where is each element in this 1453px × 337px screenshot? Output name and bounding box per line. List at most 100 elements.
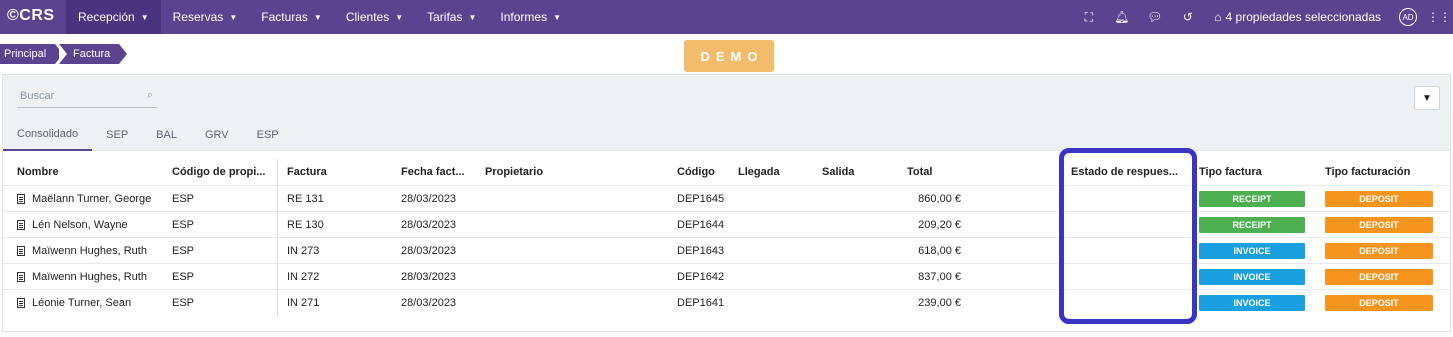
- column-divider: [277, 186, 278, 212]
- col-header-billing-type[interactable]: Tipo facturación: [1325, 159, 1433, 185]
- nav-tarifas[interactable]: Tarifas ▼: [415, 0, 488, 34]
- row-property: ESP: [172, 219, 195, 231]
- history-icon[interactable]: ↺: [1171, 0, 1204, 34]
- table-row[interactable]: Maïwenn Hughes, Ruth ESP IN 272 28/03/20…: [3, 263, 1450, 290]
- document-icon: [17, 194, 25, 204]
- row-date: 28/03/2023: [401, 271, 457, 283]
- row-invoice: IN 272: [287, 271, 320, 283]
- search-input[interactable]: Buscar ⌕: [17, 86, 157, 108]
- row-invoice: RE 130: [287, 219, 324, 231]
- row-date: 28/03/2023: [401, 219, 457, 231]
- col-header-invoice-type[interactable]: Tipo factura: [1199, 159, 1305, 185]
- demo-badge: DEMO: [684, 40, 774, 72]
- column-divider: [277, 264, 278, 290]
- bell-icon[interactable]: 🔔︎: [1105, 0, 1138, 34]
- apps-grid-icon[interactable]: ⋮⋮: [1425, 10, 1453, 24]
- tab-esp[interactable]: ESP: [243, 119, 293, 151]
- col-header-invoice[interactable]: Factura: [287, 159, 387, 185]
- row-invoice: IN 273: [287, 245, 320, 257]
- caret-down-icon: ▼: [395, 12, 404, 22]
- nav-informes[interactable]: Informes ▼: [488, 0, 573, 34]
- col-header-departure[interactable]: Salida: [822, 159, 902, 185]
- tab-sep[interactable]: SEP: [92, 119, 142, 151]
- filter-icon: ▼: [1422, 92, 1432, 104]
- caret-down-icon: ▼: [313, 12, 322, 22]
- caret-down-icon: ▼: [229, 12, 238, 22]
- filter-button[interactable]: ▼: [1414, 86, 1440, 110]
- app-logo[interactable]: ©CRS: [7, 7, 55, 25]
- billing-type-badge: DEPOSIT: [1325, 217, 1433, 233]
- invoice-type-badge: INVOICE: [1199, 269, 1305, 285]
- row-property: ESP: [172, 271, 195, 283]
- row-name: Lén Nelson, Wayne: [32, 219, 128, 231]
- caret-down-icon: ▼: [553, 12, 561, 22]
- document-icon: [17, 272, 25, 282]
- nav-facturas[interactable]: Facturas ▼: [249, 0, 334, 34]
- row-code: DEP1645: [677, 193, 725, 205]
- property-tabs: Consolidado SEP BAL GRV ESP: [3, 119, 1450, 151]
- column-divider: [277, 159, 278, 185]
- column-divider: [277, 238, 278, 264]
- top-navbar: ©CRS Recepción ▼ Reservas ▼ Facturas ▼ Clie…: [0, 0, 1453, 34]
- row-total: 618,00 €: [918, 245, 961, 257]
- document-icon: [17, 298, 25, 308]
- breadcrumb-item-principal[interactable]: Principal: [0, 44, 63, 64]
- property-selector-label: 4 propiedades seleccionadas: [1225, 10, 1381, 24]
- nav-recepcion[interactable]: Recepción ▼: [66, 0, 161, 34]
- row-invoice: RE 131: [287, 193, 324, 205]
- col-header-property[interactable]: Código de propi...: [172, 159, 272, 185]
- invoice-type-badge: INVOICE: [1199, 243, 1305, 259]
- invoices-panel: Buscar ⌕ ▼ Consolidado SEP BAL GRV ESP N…: [2, 74, 1451, 332]
- tab-grv[interactable]: GRV: [191, 119, 243, 151]
- col-header-total[interactable]: Total: [907, 159, 961, 185]
- avatar[interactable]: AD: [1399, 8, 1417, 26]
- row-total: 837,00 €: [918, 271, 961, 283]
- row-total: 239,00 €: [918, 297, 961, 309]
- col-header-date[interactable]: Fecha fact...: [401, 159, 481, 185]
- invoices-table: Nombre Código de propi... Factura Fecha …: [3, 159, 1450, 316]
- col-header-code[interactable]: Código: [677, 159, 737, 185]
- col-header-owner[interactable]: Propietario: [485, 159, 665, 185]
- invoice-type-badge: INVOICE: [1199, 295, 1305, 311]
- filter-bar: Buscar ⌕ ▼: [3, 75, 1450, 119]
- table-row[interactable]: Léonie Turner, Sean ESP IN 271 28/03/202…: [3, 289, 1450, 316]
- row-name: Léonie Turner, Sean: [32, 297, 132, 309]
- nav-clientes[interactable]: Clientes ▼: [334, 0, 415, 34]
- row-invoice: IN 271: [287, 297, 320, 309]
- property-selector[interactable]: ⌂ 4 propiedades seleccionadas: [1204, 10, 1391, 24]
- row-total: 860,00 €: [918, 193, 961, 205]
- top-right-tools: ⛶ 🔔︎ 💬︎ ↺ ⌂ 4 propiedades seleccionadas …: [1072, 0, 1453, 34]
- search-placeholder: Buscar: [20, 90, 55, 102]
- billing-type-badge: DEPOSIT: [1325, 269, 1433, 285]
- row-property: ESP: [172, 193, 195, 205]
- tab-bal[interactable]: BAL: [142, 119, 191, 151]
- table-row[interactable]: Lén Nelson, Wayne ESP RE 130 28/03/2023 …: [3, 211, 1450, 238]
- nav-reservas[interactable]: Reservas ▼: [161, 0, 250, 34]
- tab-consolidado[interactable]: Consolidado: [3, 119, 93, 151]
- row-code: DEP1643: [677, 245, 725, 257]
- caret-down-icon: ▼: [140, 12, 149, 22]
- col-header-arrival[interactable]: Llegada: [738, 159, 818, 185]
- row-date: 28/03/2023: [401, 297, 457, 309]
- row-code: DEP1641: [677, 297, 725, 309]
- column-divider: [277, 212, 278, 238]
- main-nav: Recepción ▼ Reservas ▼ Facturas ▼ Clientes ▼…: [66, 0, 573, 34]
- search-icon[interactable]: ⌕: [147, 89, 153, 102]
- row-name: Maïwenn Hughes, Ruth: [32, 245, 147, 257]
- breadcrumb-item-factura: Factura: [59, 44, 127, 64]
- billing-type-badge: DEPOSIT: [1325, 191, 1433, 207]
- table-header: Nombre Código de propi... Factura Fecha …: [3, 159, 1450, 185]
- row-code: DEP1642: [677, 271, 725, 283]
- caret-down-icon: ▼: [468, 12, 477, 22]
- status-column-highlight: [1059, 148, 1197, 324]
- column-divider: [277, 290, 278, 316]
- row-date: 28/03/2023: [401, 245, 457, 257]
- chat-icon[interactable]: 💬︎: [1138, 0, 1171, 34]
- row-property: ESP: [172, 297, 195, 309]
- table-row[interactable]: Maëlann Turner, George ESP RE 131 28/03/…: [3, 185, 1450, 212]
- col-header-name[interactable]: Nombre: [17, 159, 167, 185]
- fullscreen-icon[interactable]: ⛶: [1072, 0, 1105, 34]
- row-property: ESP: [172, 245, 195, 257]
- table-row[interactable]: Maïwenn Hughes, Ruth ESP IN 273 28/03/20…: [3, 237, 1450, 264]
- invoice-type-badge: RECEIPT: [1199, 217, 1305, 233]
